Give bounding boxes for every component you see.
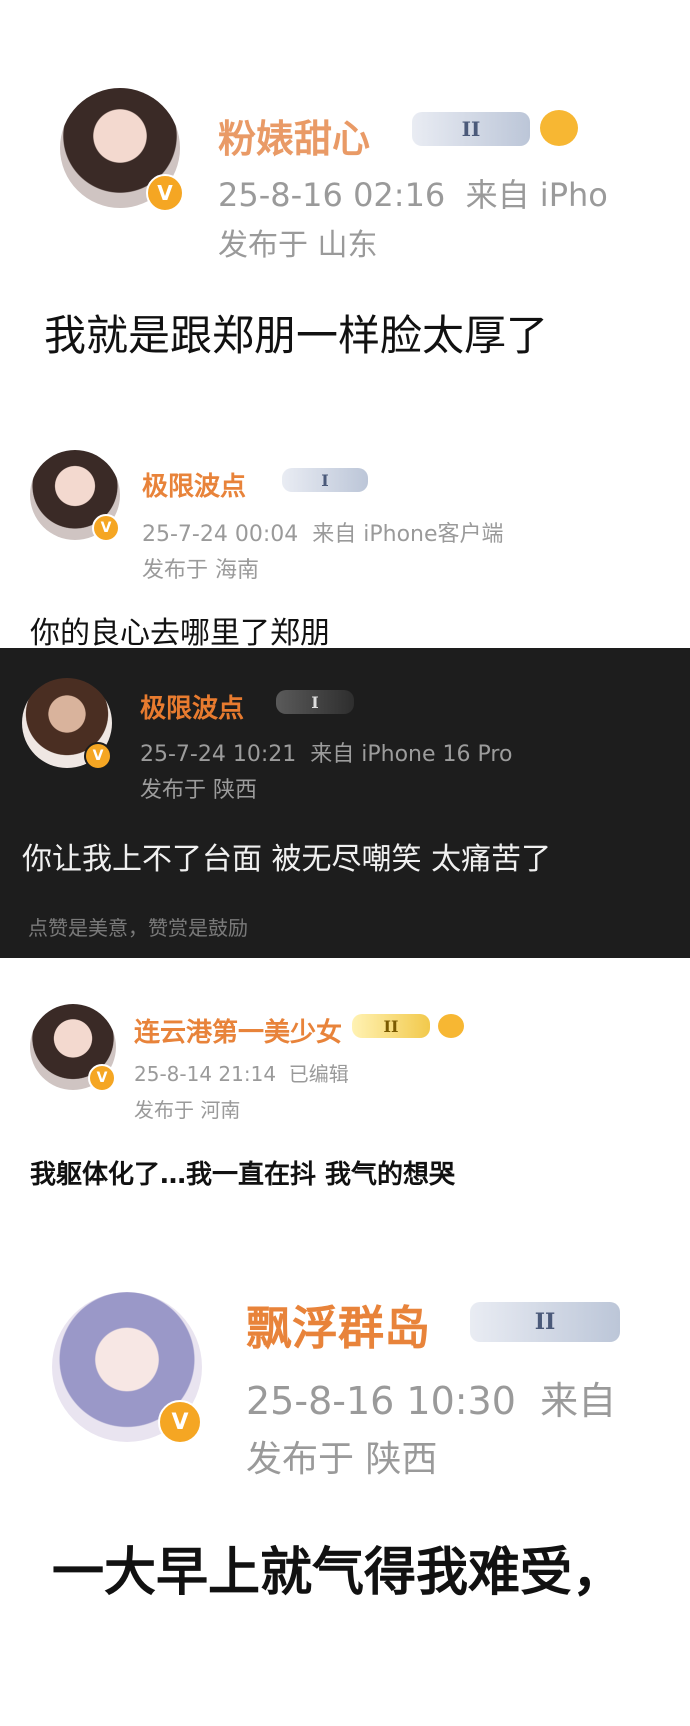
- timestamp: 25-8-16 02:16 来自 iPho: [218, 170, 608, 216]
- username[interactable]: 连云港第一美少女: [134, 1012, 342, 1049]
- comment-post-3: V 极限波点 I 25-7-24 10:21 来自 iPhone 16 Pro …: [0, 648, 690, 958]
- fish-emoji-icon: [540, 110, 578, 146]
- comment-text: 你的良心去哪里了郑朋: [30, 616, 330, 648]
- username[interactable]: 粉婊甜心: [218, 108, 370, 163]
- timestamp: 25-8-14 21:14 已编辑: [134, 1058, 349, 1087]
- post-source: 来自: [540, 1379, 617, 1423]
- level-badge: II: [412, 112, 530, 146]
- post-time: 25-7-24 00:04: [142, 522, 299, 547]
- timestamp: 25-8-16 10:30 来自: [246, 1370, 616, 1425]
- location: 发布于 海南: [142, 558, 259, 583]
- post-time: 25-8-14 21:14: [134, 1062, 277, 1086]
- location: 发布于 山东: [218, 228, 378, 263]
- timestamp: 25-7-24 10:21 来自 iPhone 16 Pro: [140, 736, 512, 768]
- verified-v-icon: V: [88, 1064, 116, 1092]
- timestamp: 25-7-24 00:04 来自 iPhone客户端: [142, 516, 504, 548]
- verified-v-icon: V: [84, 742, 112, 770]
- comment-post-4: V 连云港第一美少女 II 25-8-14 21:14 已编辑 发布于 河南 我…: [0, 958, 690, 1238]
- comment-post-2: V 极限波点 I 25-7-24 00:04 来自 iPhone客户端 发布于 …: [0, 430, 690, 648]
- post-source: 来自 iPhone客户端: [312, 522, 504, 547]
- location: 发布于 陕西: [140, 778, 257, 803]
- avatar[interactable]: V: [22, 678, 112, 770]
- post-time: 25-7-24 10:21: [140, 742, 297, 767]
- username[interactable]: 极限波点: [140, 688, 244, 725]
- post-time: 25-8-16 10:30: [246, 1379, 516, 1423]
- username[interactable]: 飘浮群岛: [246, 1292, 430, 1358]
- verified-v-icon: V: [146, 174, 184, 212]
- verified-v-icon: V: [92, 514, 120, 542]
- location: 发布于 河南: [134, 1098, 241, 1122]
- level-badge: II: [352, 1014, 430, 1038]
- post-source: 来自 iPho: [465, 176, 608, 214]
- location: 发布于 陕西: [246, 1439, 438, 1480]
- like-reward-note: 点赞是美意，赞赏是鼓励: [28, 916, 248, 940]
- post-time: 25-8-16 02:16: [218, 176, 446, 214]
- avatar[interactable]: V: [52, 1292, 202, 1444]
- comment-post-1: V 粉婊甜心 II 25-8-16 02:16 来自 iPho 发布于 山东 我…: [0, 0, 690, 430]
- comment-text: 我躯体化了…我一直在抖 我气的想哭: [30, 1160, 456, 1190]
- verified-v-icon: V: [158, 1400, 202, 1444]
- level-badge: I: [282, 468, 368, 492]
- level-badge: I: [276, 690, 354, 714]
- level-badge: II: [470, 1302, 620, 1342]
- comment-text: 你让我上不了台面 被无尽嘲笑 太痛苦了: [22, 842, 552, 877]
- comment-post-5: V 飘浮群岛 II 25-8-16 10:30 来自 发布于 陕西 一大早上就气…: [0, 1238, 690, 1726]
- post-source: 已编辑: [288, 1062, 349, 1086]
- avatar[interactable]: V: [60, 88, 184, 212]
- avatar[interactable]: V: [30, 1004, 116, 1092]
- username[interactable]: 极限波点: [142, 466, 246, 503]
- comment-text: 一大早上就气得我难受，: [52, 1543, 625, 1603]
- comment-text: 我就是跟郑朋一样脸太厚了: [44, 311, 549, 360]
- avatar[interactable]: V: [30, 450, 120, 542]
- fish-emoji-icon: [438, 1014, 464, 1038]
- post-source: 来自 iPhone 16 Pro: [310, 742, 513, 767]
